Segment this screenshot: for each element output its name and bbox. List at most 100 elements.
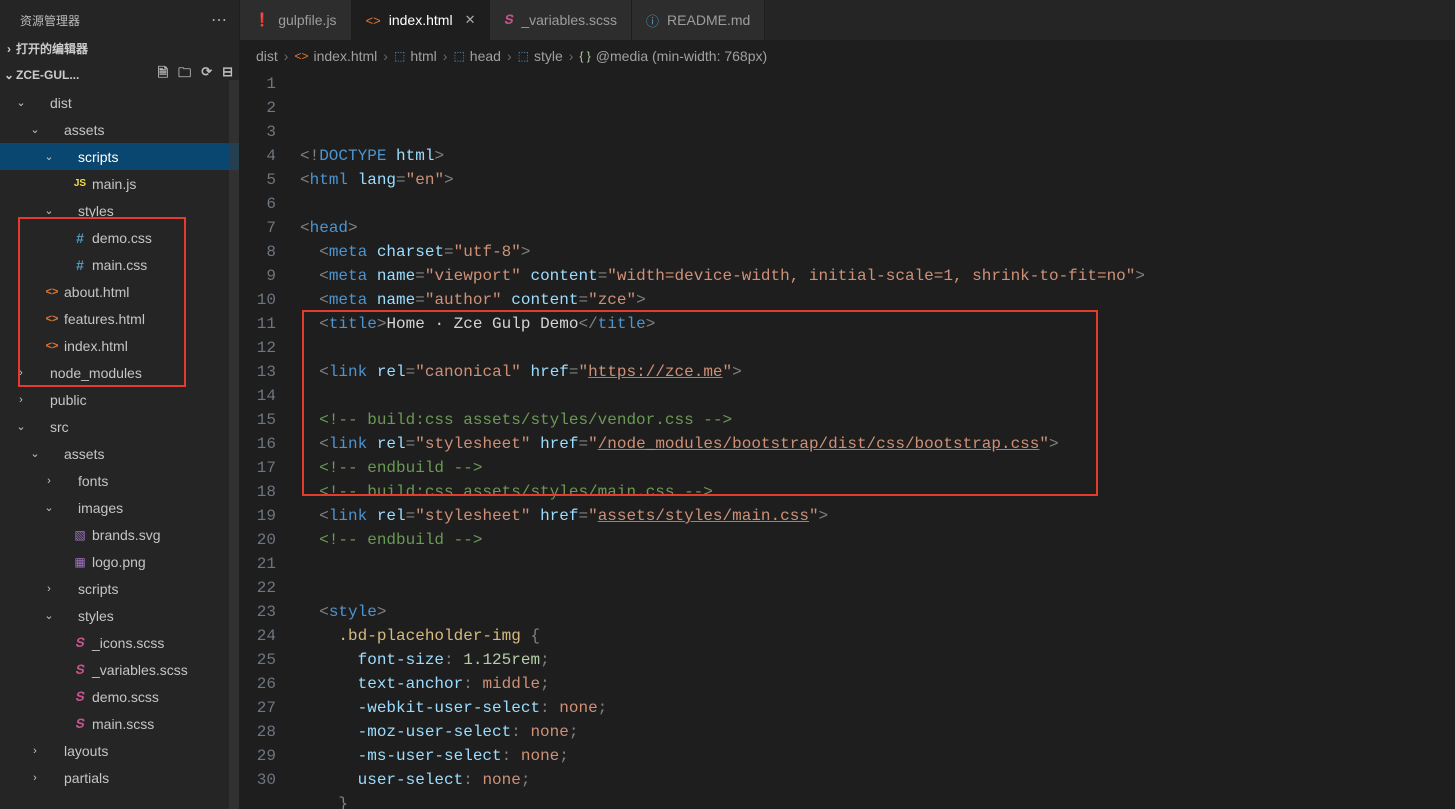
tree-file[interactable]: 𝑺_icons.scss: [0, 629, 239, 656]
code-line[interactable]: .bd-placeholder-img {: [300, 624, 1455, 648]
line-number: 10: [240, 288, 276, 312]
code-editor[interactable]: 1234567891011121314151617181920212223242…: [240, 72, 1455, 809]
code-line[interactable]: [300, 336, 1455, 360]
code-line[interactable]: [300, 576, 1455, 600]
code-line[interactable]: <!-- endbuild -->: [300, 528, 1455, 552]
code-line[interactable]: <!-- endbuild -->: [300, 456, 1455, 480]
code-line[interactable]: text-anchor: middle;: [300, 672, 1455, 696]
code-line[interactable]: <meta charset="utf-8">: [300, 240, 1455, 264]
tree-folder[interactable]: ⌄dist: [0, 89, 239, 116]
tree-item-label: images: [78, 500, 123, 516]
breadcrumb-item[interactable]: ⬚ style: [518, 48, 563, 64]
code-line[interactable]: <link rel="canonical" href="https://zce.…: [300, 360, 1455, 384]
code-line[interactable]: <link rel="stylesheet" href="/node_modul…: [300, 432, 1455, 456]
tree-folder[interactable]: ›public: [0, 386, 239, 413]
breadcrumb-item[interactable]: <> index.html: [294, 48, 377, 64]
tree-folder[interactable]: ⌄ assets: [0, 440, 239, 467]
chevron-icon: ›: [42, 475, 56, 487]
tree-file[interactable]: 𝑺_variables.scss: [0, 656, 239, 683]
tree-folder[interactable]: ⌄scripts: [0, 143, 239, 170]
tree-folder[interactable]: ›scripts: [0, 575, 239, 602]
code-line[interactable]: <!DOCTYPE html>: [300, 144, 1455, 168]
chevron-icon: ⌄: [42, 609, 56, 622]
code-line[interactable]: <!-- build:css assets/styles/vendor.css …: [300, 408, 1455, 432]
more-icon[interactable]: ⋯: [211, 10, 229, 30]
tree-folder[interactable]: ⌄assets: [0, 116, 239, 143]
tree-file[interactable]: <>features.html: [0, 305, 239, 332]
tree-file[interactable]: 𝑺demo.scss: [0, 683, 239, 710]
line-number: 15: [240, 408, 276, 432]
tree-file[interactable]: ▧brands.svg: [0, 521, 239, 548]
folder-header[interactable]: ⌄ ZCE-GUL... 🗎 🗀 ⟳ ⊟: [0, 61, 239, 89]
tree-folder[interactable]: ⌄ styles: [0, 602, 239, 629]
code-line[interactable]: -moz-user-select: none;: [300, 720, 1455, 744]
code-line[interactable]: <meta name="author" content="zce">: [300, 288, 1455, 312]
chevron-icon: ⌄: [28, 447, 42, 460]
tree-folder[interactable]: ›fonts: [0, 467, 239, 494]
line-number: 27: [240, 696, 276, 720]
file-tree[interactable]: ⌄dist⌄assets⌄scriptsJSmain.js⌄styles#dem…: [0, 89, 239, 809]
line-number: 18: [240, 480, 276, 504]
line-number: 19: [240, 504, 276, 528]
code-line[interactable]: }: [300, 792, 1455, 809]
open-editors-section[interactable]: › 打开的编辑器: [0, 36, 239, 61]
editor-tab[interactable]: ⓘREADME.md: [632, 0, 765, 40]
tree-folder[interactable]: ›layouts: [0, 737, 239, 764]
code-line[interactable]: <meta name="viewport" content="width=dev…: [300, 264, 1455, 288]
breadcrumb-item[interactable]: { } @media (min-width: 768px): [579, 48, 767, 64]
chevron-right-icon: ›: [383, 48, 388, 64]
code-line[interactable]: -ms-user-select: none;: [300, 744, 1455, 768]
line-number: 11: [240, 312, 276, 336]
chevron-icon: ⌄: [14, 96, 28, 109]
sidebar-scrollbar[interactable]: [229, 80, 239, 809]
chevron-icon: ›: [28, 772, 42, 784]
line-number: 8: [240, 240, 276, 264]
tree-file[interactable]: #main.css: [0, 251, 239, 278]
breadcrumb-item[interactable]: ⬚ html: [394, 48, 437, 64]
code-line[interactable]: <title>Home · Zce Gulp Demo</title>: [300, 312, 1455, 336]
tree-folder[interactable]: ›node_modules: [0, 359, 239, 386]
tree-item-label: main.css: [92, 257, 147, 273]
tree-file[interactable]: 𝑺main.scss: [0, 710, 239, 737]
tree-file[interactable]: #demo.css: [0, 224, 239, 251]
code-line[interactable]: <style>: [300, 600, 1455, 624]
tree-item-label: assets: [64, 446, 104, 462]
code-content[interactable]: <!DOCTYPE html><html lang="en"> <head> <m…: [294, 72, 1455, 809]
code-line[interactable]: <html lang="en">: [300, 168, 1455, 192]
tree-folder[interactable]: ⌄images: [0, 494, 239, 521]
tree-folder[interactable]: ›partials: [0, 764, 239, 791]
tree-item-label: src: [50, 419, 69, 435]
tree-folder[interactable]: ⌄styles: [0, 197, 239, 224]
tree-item-label: demo.scss: [92, 689, 159, 705]
code-line[interactable]: <!-- build:css assets/styles/main.css --…: [300, 480, 1455, 504]
editor-tab[interactable]: ❗gulpfile.js: [240, 0, 352, 40]
tree-file[interactable]: ▦logo.png: [0, 548, 239, 575]
tree-folder[interactable]: ⌄src: [0, 413, 239, 440]
tree-item-label: styles: [78, 608, 114, 624]
tab-label: index.html: [389, 12, 453, 28]
chevron-icon: ⌄: [28, 123, 42, 136]
breadcrumbs[interactable]: dist›<> index.html›⬚ html›⬚ head›⬚ style…: [240, 40, 1455, 72]
close-icon[interactable]: ✕: [465, 12, 476, 28]
code-line[interactable]: <head>: [300, 216, 1455, 240]
code-line[interactable]: -webkit-user-select: none;: [300, 696, 1455, 720]
breadcrumb-item[interactable]: dist: [256, 48, 278, 64]
editor-tab[interactable]: <>index.html✕: [352, 0, 491, 40]
line-number: 21: [240, 552, 276, 576]
tree-item-label: index.html: [64, 338, 128, 354]
code-line[interactable]: user-select: none;: [300, 768, 1455, 792]
tree-file[interactable]: JSmain.js: [0, 170, 239, 197]
code-line[interactable]: [300, 192, 1455, 216]
new-folder-icon[interactable]: 🗀: [178, 64, 191, 86]
breadcrumb-item[interactable]: ⬚ head: [453, 48, 501, 64]
refresh-icon[interactable]: ⟳: [201, 64, 212, 86]
code-line[interactable]: font-size: 1.125rem;: [300, 648, 1455, 672]
editor-tab[interactable]: 𝑺_variables.scss: [490, 0, 632, 40]
tree-file[interactable]: <>index.html: [0, 332, 239, 359]
code-line[interactable]: <link rel="stylesheet" href="assets/styl…: [300, 504, 1455, 528]
line-number: 9: [240, 264, 276, 288]
tree-file[interactable]: <>about.html: [0, 278, 239, 305]
new-file-icon[interactable]: 🗎: [158, 64, 168, 86]
code-line[interactable]: [300, 552, 1455, 576]
code-line[interactable]: [300, 384, 1455, 408]
